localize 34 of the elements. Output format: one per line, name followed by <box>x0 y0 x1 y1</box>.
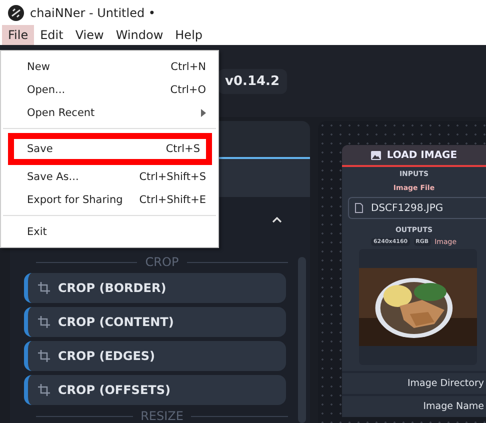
menu-item[interactable]: Window <box>110 25 170 45</box>
menu-item[interactable]: Edit <box>34 25 70 45</box>
menu-item[interactable]: Open Recent <box>1 101 218 124</box>
node-title: LOAD IMAGE <box>386 150 458 160</box>
menu-item[interactable]: File <box>2 25 34 45</box>
menu-item[interactable]: Export for Sharing Ctrl+Shift+E <box>1 188 218 211</box>
output-name: Image Directory <box>407 378 484 389</box>
crop-icon <box>38 316 50 328</box>
file-icon <box>355 203 363 213</box>
section-title: RESIZE <box>140 409 184 423</box>
chevron-up-icon[interactable] <box>272 217 282 223</box>
node-list-item[interactable]: CROP (EDGES) <box>24 341 286 371</box>
menu-item[interactable]: View <box>69 25 110 45</box>
menu-item[interactable]: New Ctrl+N <box>1 55 218 78</box>
section-title: CROP <box>145 255 179 269</box>
menu-item[interactable]: Help <box>169 25 209 45</box>
node-list-item[interactable]: CROP (CONTENT) <box>24 307 286 337</box>
crop-icon <box>38 384 50 396</box>
node-list-item[interactable]: CROP (BORDER) <box>24 273 286 303</box>
menu-item[interactable]: Save As... Ctrl+Shift+S <box>1 165 218 188</box>
app-logo-icon <box>8 4 24 20</box>
file-field[interactable]: DSCF1298.JPG <box>348 197 486 219</box>
output-name: Image Name <box>423 401 484 412</box>
crop-icon <box>38 282 50 294</box>
node-list-item[interactable]: CROP (OFFSETS) <box>24 375 286 405</box>
menu-item[interactable]: Save Ctrl+S <box>14 139 206 159</box>
menu-item[interactable]: Open... Ctrl+O <box>1 78 218 101</box>
image-icon <box>370 150 381 160</box>
crop-icon <box>38 350 50 362</box>
menu-item[interactable]: Exit <box>1 220 218 243</box>
scrollbar[interactable] <box>298 257 306 423</box>
submenu-arrow-icon <box>201 108 206 116</box>
version-badge: v0.14.2 <box>218 68 287 94</box>
window-title: chaiNNer - Untitled • <box>30 6 156 20</box>
